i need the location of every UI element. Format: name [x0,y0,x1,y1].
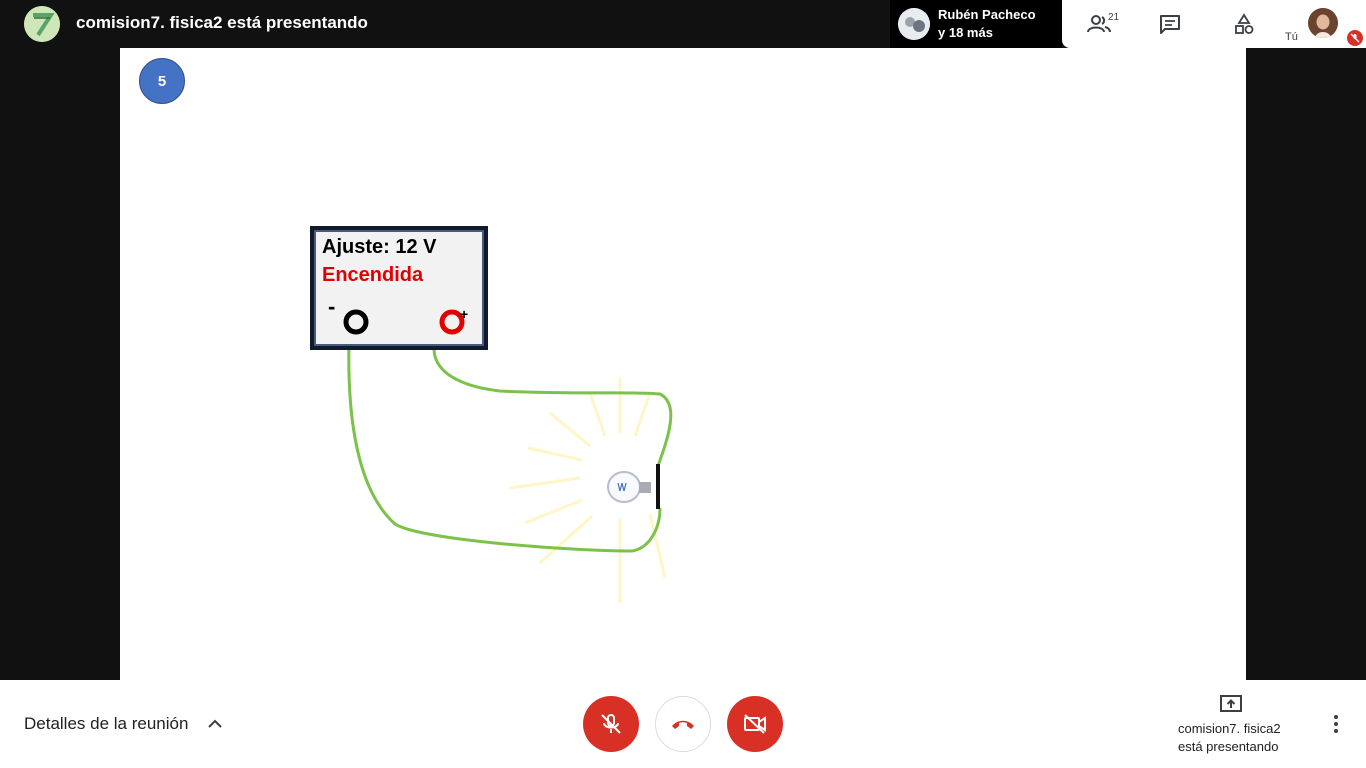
present-screen-icon[interactable] [1219,694,1243,714]
presenting-status[interactable]: comision7. fisica2 está presentando [1178,720,1288,756]
chevron-up-icon [208,719,222,728]
meeting-details-label: Detalles de la reunión [24,714,189,733]
presenting-line-2: está presentando [1178,739,1279,754]
presentation-stage: 5 Ajuste: 12 V Encendida - + [120,48,1246,680]
participant-name-text: Rubén Pacheco [938,7,1036,22]
wire-negative [347,315,662,553]
toolbox: 21 [1062,0,1280,48]
power-status: Encendida [322,264,424,286]
people-button[interactable]: 21 [1080,8,1120,40]
voltage-setting: Ajuste: 12 V [322,236,437,258]
chat-button[interactable] [1150,8,1190,40]
circuit-diagram [347,314,673,603]
phone-hangup-icon [672,720,694,729]
participant-tile[interactable]: Rubén Pacheco y 18 más [890,0,1062,48]
participant-name: Rubén Pacheco y 18 más [938,6,1036,42]
plus-terminal-label: + [460,306,469,322]
presenting-line-1: comision7. fisica2 [1178,721,1281,736]
bottom-bar: Detalles de la reunión comision7. fisica… [0,680,1366,768]
power-supply-panel: Ajuste: 12 V Encendida - + [314,230,484,346]
camera-off-icon [744,714,766,734]
light-bulb [607,464,660,509]
mic-off-icon [1347,30,1363,46]
participant-avatar [898,8,930,40]
presenter-avatar [24,6,60,42]
self-avatar [1308,8,1338,38]
activities-button[interactable] [1224,8,1264,40]
chat-icon [1160,15,1180,34]
mic-off-icon [601,714,621,734]
negative-terminal [343,309,369,335]
hang-up-button[interactable] [655,696,711,752]
participant-more-text: y 18 más [938,25,993,40]
participants-count: 21 [1108,12,1120,23]
self-label: Tú [1285,31,1298,43]
minus-terminal-label: - [328,294,336,319]
microphone-toggle-button[interactable] [583,696,639,752]
more-options-icon[interactable] [1326,712,1346,736]
top-bar: comision7. fisica2 está presentando Rubé… [0,0,1366,48]
camera-toggle-button[interactable] [727,696,783,752]
presenter-title: comision7. fisica2 está presentando [76,13,368,32]
self-tile[interactable]: Tú [1280,0,1366,48]
shapes-icon [1235,13,1254,34]
step-badge: 5 [139,58,185,104]
power-supply: Ajuste: 12 V Encendida - + [310,226,488,350]
